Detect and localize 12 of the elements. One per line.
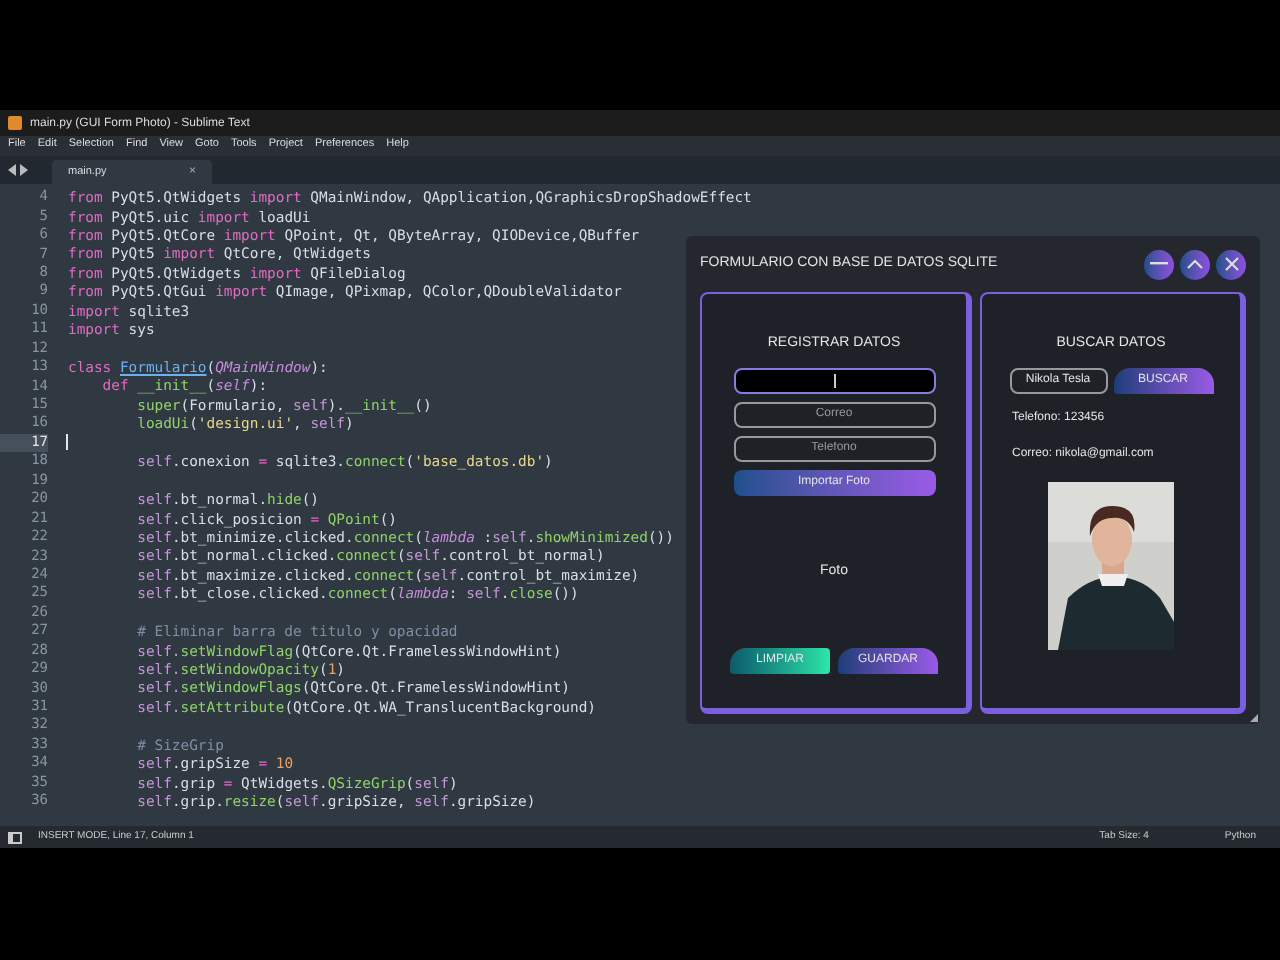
minimize-button[interactable]	[1144, 249, 1174, 279]
caret-up-icon	[1186, 258, 1204, 270]
text-cursor	[66, 434, 68, 451]
resize-grip-icon[interactable]	[1250, 714, 1258, 722]
maximize-button[interactable]	[1180, 249, 1210, 279]
input-field[interactable]	[733, 367, 935, 393]
panel-toggle-icon[interactable]	[8, 831, 22, 843]
app-icon	[8, 116, 22, 130]
close-icon	[1223, 256, 1239, 272]
minimize-icon	[1150, 262, 1168, 266]
close-button[interactable]	[1216, 249, 1246, 279]
text-cursor	[833, 373, 835, 387]
